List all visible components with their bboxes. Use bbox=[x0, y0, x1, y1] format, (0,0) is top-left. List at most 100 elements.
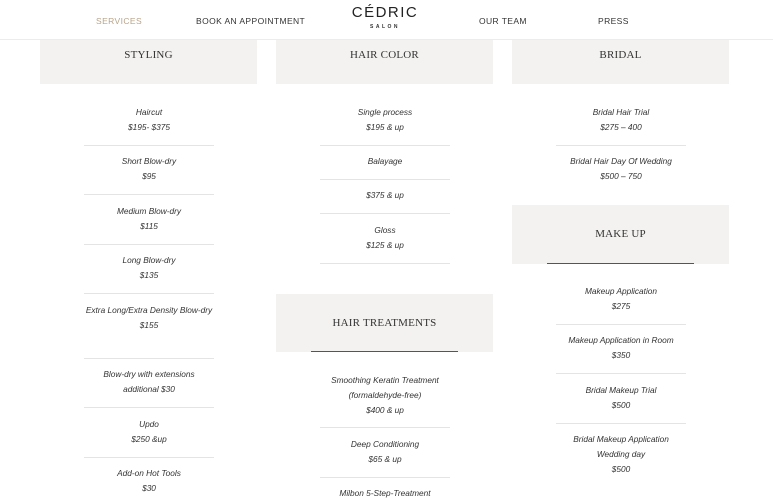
list-item: Add-on Hot Tools $30 bbox=[84, 457, 214, 496]
list-item: Gloss $125 & up bbox=[320, 213, 450, 264]
list-item: Bridal Makeup Application Wedding day $5… bbox=[556, 423, 686, 477]
item-price: $195- $375 bbox=[128, 122, 170, 132]
item-divider bbox=[556, 324, 686, 325]
item-divider bbox=[320, 427, 450, 428]
list-item: Deep Conditioning $65 & up bbox=[320, 427, 450, 467]
list-item: Blow-dry with extensions additional $30 bbox=[84, 358, 214, 397]
item-price: $115 bbox=[140, 221, 158, 231]
item-name: Makeup Application bbox=[584, 286, 658, 296]
item-price: $135 bbox=[139, 270, 159, 280]
list-item: Long Blow-dry $135 bbox=[84, 244, 214, 283]
item-price: $30 bbox=[142, 483, 156, 493]
logo[interactable]: CÉDRIC SALON bbox=[346, 4, 424, 30]
list-item: Balayage bbox=[320, 145, 450, 169]
item-divider bbox=[556, 373, 686, 374]
item-name: Bridal Makeup Trial bbox=[585, 385, 657, 395]
item-name: Updo bbox=[139, 419, 159, 429]
styling-section: STYLING bbox=[40, 40, 257, 84]
list-item: Milbon 5-Step-Treatment bbox=[320, 477, 450, 500]
item-divider bbox=[320, 145, 450, 146]
list-item: Bridal Hair Day Of Wedding $500 – 750 bbox=[556, 145, 686, 184]
nav-our-team[interactable]: OUR TEAM bbox=[479, 16, 527, 26]
item-price: $125 & up bbox=[366, 240, 404, 250]
item-price: $65 & up bbox=[368, 454, 402, 464]
list-item: Short Blow-dry $95 bbox=[84, 145, 214, 184]
list-item: Makeup Application $275 bbox=[556, 284, 686, 314]
item-price: $95 bbox=[142, 171, 156, 181]
item-name: Bridal Hair Day Of Wedding bbox=[570, 156, 672, 166]
item-name: Haircut bbox=[135, 107, 163, 117]
item-name: Bridal Makeup Application Wedding day bbox=[573, 434, 669, 459]
list-item: Makeup Application in Room $350 bbox=[556, 324, 686, 363]
styling-header: STYLING bbox=[40, 40, 257, 84]
styling-title: STYLING bbox=[124, 49, 173, 61]
nav-services[interactable]: SERVICES bbox=[96, 16, 142, 26]
list-item: Bridal Hair Trial $275 – 400 bbox=[556, 105, 686, 135]
make-up-section: MAKE UP bbox=[512, 205, 729, 264]
item-name: $375 & up bbox=[366, 190, 404, 200]
make-up-header: MAKE UP bbox=[512, 205, 729, 264]
nav-book-appointment[interactable]: BOOK AN APPOINTMENT bbox=[196, 16, 305, 26]
item-price: $500 bbox=[611, 400, 631, 410]
item-divider bbox=[320, 477, 450, 478]
list-item: Updo $250 &up bbox=[84, 407, 214, 447]
item-name: Balayage bbox=[367, 156, 403, 166]
make-up-title: MAKE UP bbox=[595, 228, 646, 240]
item-divider bbox=[320, 179, 450, 180]
item-divider bbox=[320, 263, 450, 264]
item-divider bbox=[320, 213, 450, 214]
list-item: Haircut $195- $375 bbox=[84, 105, 214, 135]
item-divider bbox=[556, 423, 686, 424]
item-name: Long Blow-dry bbox=[122, 255, 176, 265]
item-divider bbox=[84, 145, 214, 146]
item-price: $400 & up bbox=[366, 405, 404, 415]
top-nav: SERVICES BOOK AN APPOINTMENT CÉDRIC SALO… bbox=[0, 0, 773, 40]
logo-subtext: SALON bbox=[370, 24, 400, 30]
item-name: Milbon 5-Step-Treatment bbox=[339, 488, 431, 498]
header-underline bbox=[547, 263, 694, 264]
item-name: Short Blow-dry bbox=[121, 156, 177, 166]
item-price: $350 bbox=[611, 350, 631, 360]
item-name: Makeup Application in Room bbox=[568, 335, 674, 345]
bridal-title: BRIDAL bbox=[599, 49, 642, 61]
item-divider bbox=[84, 358, 214, 359]
hair-color-header: HAIR COLOR bbox=[276, 40, 493, 84]
item-divider bbox=[556, 145, 686, 146]
list-item: Medium Blow-dry $115 bbox=[84, 194, 214, 234]
list-item: $375 & up bbox=[320, 179, 450, 203]
item-divider bbox=[84, 293, 214, 294]
nav-press[interactable]: PRESS bbox=[598, 16, 629, 26]
list-item: Bridal Makeup Trial $500 bbox=[556, 373, 686, 413]
hair-treatments-section: HAIR TREATMENTS bbox=[276, 294, 493, 352]
hair-treatments-header: HAIR TREATMENTS bbox=[276, 294, 493, 352]
item-name: Add-on Hot Tools bbox=[117, 468, 181, 478]
item-name: Bridal Hair Trial bbox=[592, 107, 650, 117]
item-price: $155 bbox=[139, 320, 159, 330]
hair-color-title: HAIR COLOR bbox=[350, 49, 419, 61]
item-divider bbox=[84, 244, 214, 245]
bridal-header: BRIDAL bbox=[512, 40, 729, 84]
item-divider bbox=[84, 457, 214, 458]
item-name: Extra Long/Extra Density Blow-dry bbox=[85, 305, 213, 315]
item-price: $250 &up bbox=[131, 434, 167, 444]
item-price: $500 bbox=[611, 464, 631, 474]
hair-treatments-title: HAIR TREATMENTS bbox=[332, 317, 437, 329]
logo-text: CÉDRIC bbox=[351, 4, 419, 21]
item-price: $500 – 750 bbox=[600, 171, 642, 181]
item-divider bbox=[84, 194, 214, 195]
item-name: Gloss bbox=[374, 225, 396, 235]
item-name: Medium Blow-dry bbox=[116, 206, 182, 216]
item-name: Single process bbox=[357, 107, 413, 117]
list-item: Smoothing Keratin Treatment (formaldehyd… bbox=[320, 373, 450, 418]
item-name: Smoothing Keratin Treatment (formaldehyd… bbox=[331, 375, 439, 400]
item-price: $275 bbox=[611, 301, 631, 311]
list-item: Extra Long/Extra Density Blow-dry $155 bbox=[84, 293, 214, 333]
bridal-section: BRIDAL bbox=[512, 40, 729, 84]
list-item: Single process $195 & up bbox=[320, 105, 450, 135]
item-divider bbox=[84, 407, 214, 408]
item-name: Blow-dry with extensions additional $30 bbox=[103, 369, 195, 394]
item-price: $195 & up bbox=[366, 122, 404, 132]
item-name: Deep Conditioning bbox=[350, 439, 420, 449]
hair-color-section: HAIR COLOR bbox=[276, 40, 493, 84]
item-price: $275 – 400 bbox=[600, 122, 642, 132]
